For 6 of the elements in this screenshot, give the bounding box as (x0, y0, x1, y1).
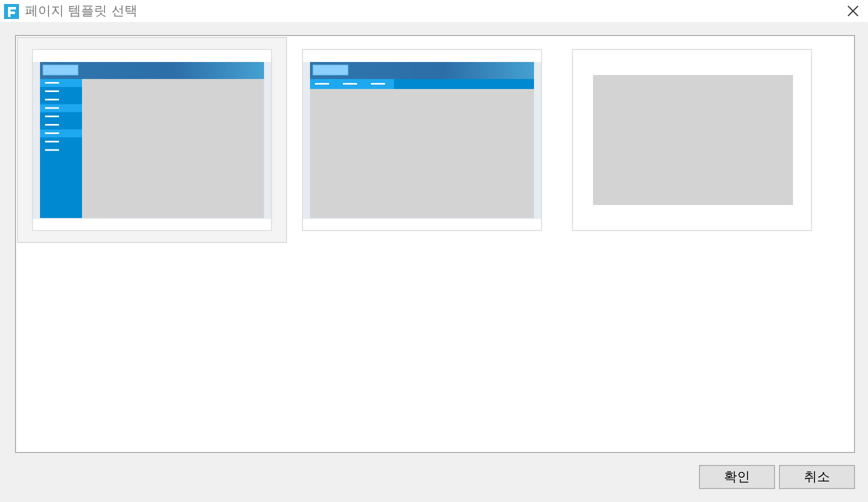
app-logo-icon (4, 4, 19, 18)
dialog-button[interactable]: 확인 (699, 465, 775, 489)
window-title: 페이지 템플릿 선택 (25, 3, 138, 20)
dialog-button[interactable]: 취소 (779, 465, 855, 489)
close-icon[interactable] (847, 5, 859, 17)
template-card[interactable] (17, 37, 287, 243)
